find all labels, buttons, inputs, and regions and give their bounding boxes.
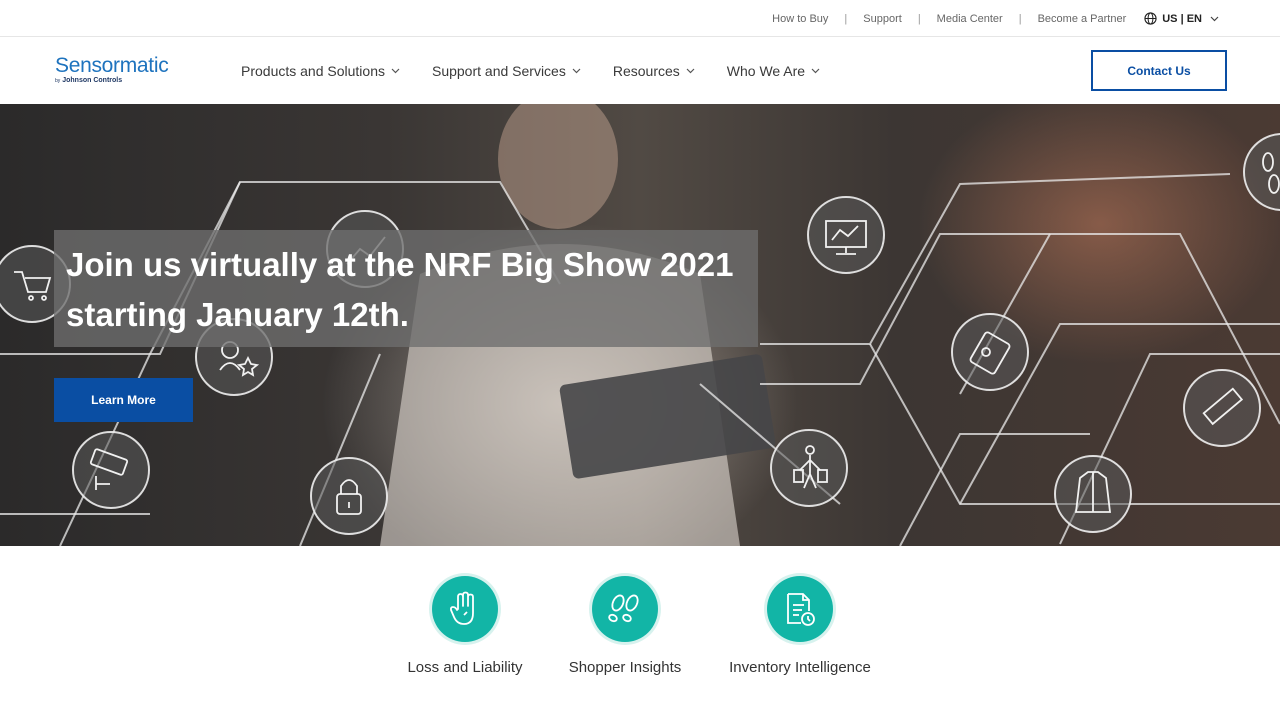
hero-banner: Join us virtually at the NRF Big Show 20… [0, 104, 1280, 546]
chevron-down-icon [686, 68, 695, 73]
contact-us-button[interactable]: Contact Us [1091, 50, 1227, 91]
solution-categories: Loss and Liability Shopper Insights Inve… [0, 546, 1280, 713]
tag-icon [1183, 369, 1261, 447]
learn-more-button[interactable]: Learn More [54, 378, 193, 422]
footprints-icon [592, 576, 658, 642]
media-center-link[interactable]: Media Center [937, 13, 1003, 25]
logo-wordmark: Sensormatic [55, 54, 169, 77]
support-link[interactable]: Support [863, 13, 902, 25]
divider: | [844, 12, 848, 25]
category-inventory-intelligence[interactable]: Inventory Intelligence [727, 576, 873, 676]
divider: | [1018, 12, 1022, 25]
chevron-down-icon [1210, 16, 1219, 21]
hand-icon [432, 576, 498, 642]
chevron-down-icon [391, 68, 400, 73]
menu-products-and-solutions[interactable]: Products and Solutions [241, 63, 400, 79]
lock-icon [310, 457, 388, 535]
primary-menu: Products and Solutions Support and Servi… [241, 37, 852, 104]
logo-subline: by Johnson Controls [55, 77, 123, 84]
footprints-icon [1243, 133, 1280, 211]
document-tag-icon [767, 576, 833, 642]
utility-bar: How to Buy | Support | Media Center | Be… [0, 0, 1280, 37]
chevron-down-icon [811, 68, 820, 73]
language-label: US | EN [1162, 12, 1202, 25]
globe-icon [1144, 12, 1157, 25]
shopper-icon [770, 429, 848, 507]
utility-links: How to Buy | Support | Media Center | Be… [772, 0, 1224, 37]
sensormatic-logo[interactable]: Sensormatic by Johnson Controls [55, 54, 169, 84]
menu-support-and-services[interactable]: Support and Services [432, 63, 581, 79]
menu-resources[interactable]: Resources [613, 63, 695, 79]
hero-headline-line-2: starting January 12th. [66, 296, 409, 333]
hero-headline-line-1: Join us virtually at the NRF Big Show 20… [66, 246, 734, 283]
hero-headline-panel: Join us virtually at the NRF Big Show 20… [54, 230, 758, 347]
camera-icon [72, 431, 150, 509]
language-selector[interactable]: US | EN [1144, 12, 1224, 25]
category-shopper-insights[interactable]: Shopper Insights [568, 576, 682, 676]
divider: | [917, 12, 921, 25]
main-nav: Sensormatic by Johnson Controls Products… [0, 37, 1280, 104]
chevron-down-icon [572, 68, 581, 73]
category-loss-and-liability[interactable]: Loss and Liability [407, 576, 523, 676]
become-a-partner-link[interactable]: Become a Partner [1038, 13, 1127, 25]
category-label: Shopper Insights [568, 659, 682, 676]
menu-who-we-are[interactable]: Who We Are [727, 63, 820, 79]
category-label: Inventory Intelligence [729, 659, 871, 676]
how-to-buy-link[interactable]: How to Buy [772, 13, 828, 25]
category-label: Loss and Liability [407, 659, 523, 676]
